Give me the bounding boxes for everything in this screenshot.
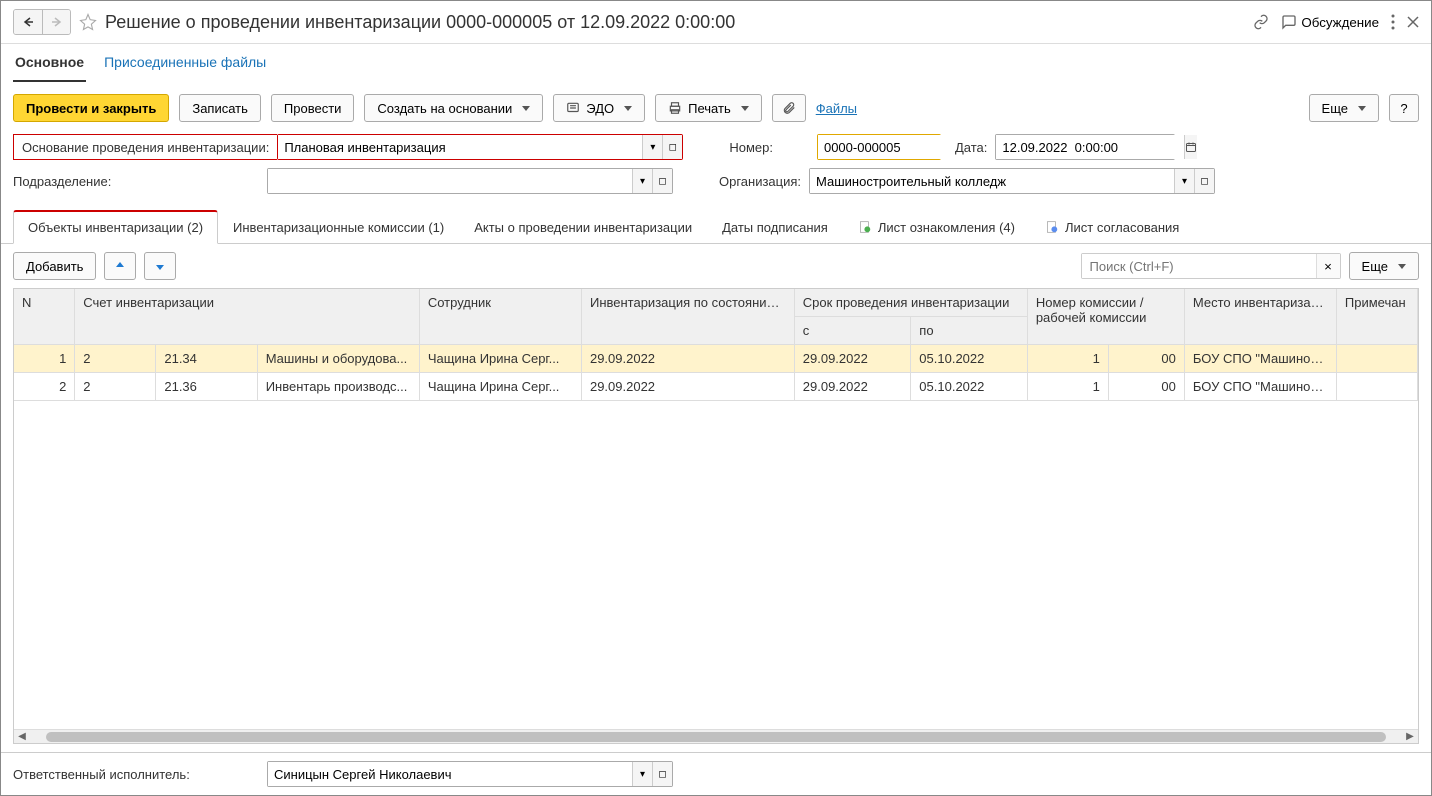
section-tab-main[interactable]: Основное	[13, 44, 86, 82]
tab-acts[interactable]: Акты о проведении инвентаризации	[459, 210, 707, 243]
tab-commissions[interactable]: Инвентаризационные комиссии (1)	[218, 210, 459, 243]
discussion-label: Обсуждение	[1301, 15, 1379, 30]
date-input[interactable]	[996, 135, 1184, 159]
table-row[interactable]: 2 2 21.36 Инвентарь производс... Чащина …	[14, 373, 1418, 401]
discussion-button[interactable]: Обсуждение	[1281, 14, 1379, 30]
search-input[interactable]	[1082, 254, 1316, 278]
responsible-input[interactable]	[268, 762, 632, 786]
responsible-open-button[interactable]: ◻	[652, 762, 672, 786]
section-tab-attached[interactable]: Присоединенные файлы	[102, 44, 268, 82]
page-title: Решение о проведении инвентаризации 0000…	[105, 12, 1245, 33]
responsible-label: Ответственный исполнитель:	[13, 767, 259, 782]
date-picker-button[interactable]	[1184, 135, 1197, 159]
edo-button[interactable]: ЭДО	[553, 94, 645, 122]
more-button[interactable]: Еще	[1309, 94, 1379, 122]
org-label: Организация:	[719, 174, 801, 189]
responsible-dropdown-button[interactable]: ▾	[632, 762, 652, 786]
title-actions: Обсуждение	[1253, 14, 1419, 30]
sheet-blue-icon	[1045, 220, 1059, 234]
col-from[interactable]: с	[794, 317, 911, 345]
tab-ack-sheet[interactable]: Лист ознакомления (4)	[843, 210, 1030, 243]
print-button[interactable]: Печать	[655, 94, 762, 122]
star-icon[interactable]	[79, 13, 97, 31]
tab-sign-dates[interactable]: Даты подписания	[707, 210, 843, 243]
objects-table: N Счет инвентаризации Сотрудник Инвентар…	[14, 289, 1418, 401]
close-button[interactable]	[1407, 16, 1419, 28]
move-up-button[interactable]	[104, 252, 136, 280]
search-box: ×	[1081, 253, 1341, 279]
toolbar: Провести и закрыть Записать Провести Соз…	[1, 82, 1431, 130]
division-input[interactable]	[268, 169, 632, 193]
col-n[interactable]: N	[14, 289, 75, 345]
move-down-button[interactable]	[144, 252, 176, 280]
basis-open-button[interactable]: ◻	[662, 135, 682, 159]
subtoolbar: Добавить × Еще	[1, 244, 1431, 288]
link-icon[interactable]	[1253, 14, 1269, 30]
col-to[interactable]: по	[911, 317, 1028, 345]
number-label: Номер:	[729, 140, 773, 155]
save-button[interactable]: Записать	[179, 94, 261, 122]
window: Решение о проведении инвентаризации 0000…	[0, 0, 1432, 796]
division-dropdown-button[interactable]: ▾	[632, 169, 652, 193]
col-account[interactable]: Счет инвентаризации	[75, 289, 420, 345]
col-asof[interactable]: Инвентаризация по состоянию на	[581, 289, 794, 345]
create-based-button[interactable]: Создать на основании	[364, 94, 543, 122]
org-input[interactable]	[810, 169, 1174, 193]
help-button[interactable]: ?	[1389, 94, 1419, 122]
col-employee[interactable]: Сотрудник	[419, 289, 581, 345]
date-label: Дата:	[955, 140, 987, 155]
col-note[interactable]: Примечан	[1336, 289, 1417, 345]
basis-input-group: ▾ ◻	[277, 134, 683, 160]
date-input-group	[995, 134, 1175, 160]
titlebar: Решение о проведении инвентаризации 0000…	[1, 1, 1431, 44]
back-button[interactable]	[14, 10, 42, 34]
footer: Ответственный исполнитель: ▾ ◻	[1, 752, 1431, 795]
division-open-button[interactable]: ◻	[652, 169, 672, 193]
tabs-row: Объекты инвентаризации (2) Инвентаризаци…	[1, 210, 1431, 244]
division-input-group: ▾ ◻	[267, 168, 673, 194]
table-row[interactable]: 1 2 21.34 Машины и оборудова... Чащина И…	[14, 345, 1418, 373]
search-clear-button[interactable]: ×	[1316, 254, 1340, 278]
add-button[interactable]: Добавить	[13, 252, 96, 280]
nav-buttons	[13, 9, 71, 35]
col-place[interactable]: Место инвентаризации	[1184, 289, 1336, 345]
sheet-green-icon	[858, 220, 872, 234]
col-period[interactable]: Срок проведения инвентаризации	[794, 289, 1027, 317]
basis-label: Основание проведения инвентаризации:	[13, 134, 277, 160]
forward-button[interactable]	[42, 10, 70, 34]
attach-button[interactable]	[772, 94, 806, 122]
kebab-menu[interactable]	[1391, 14, 1395, 30]
sub-more-button[interactable]: Еще	[1349, 252, 1419, 280]
post-and-close-button[interactable]: Провести и закрыть	[13, 94, 169, 122]
files-link[interactable]: Файлы	[816, 101, 857, 116]
form-rows: Основание проведения инвентаризации: ▾ ◻…	[1, 130, 1431, 210]
basis-dropdown-button[interactable]: ▾	[642, 135, 662, 159]
horizontal-scrollbar[interactable]: ◀▶	[14, 729, 1418, 743]
table-wrap: N Счет инвентаризации Сотрудник Инвентар…	[13, 288, 1419, 744]
section-tabs: Основное Присоединенные файлы	[1, 44, 1431, 82]
tab-approval-sheet[interactable]: Лист согласования	[1030, 210, 1194, 243]
responsible-input-group: ▾ ◻	[267, 761, 673, 787]
post-button[interactable]: Провести	[271, 94, 355, 122]
number-input-group	[817, 134, 941, 160]
basis-input[interactable]	[278, 135, 642, 159]
org-dropdown-button[interactable]: ▾	[1174, 169, 1194, 193]
org-open-button[interactable]: ◻	[1194, 169, 1214, 193]
col-commission[interactable]: Номер комиссии / рабочей комиссии	[1027, 289, 1184, 345]
division-label: Подразделение:	[13, 174, 259, 189]
org-input-group: ▾ ◻	[809, 168, 1215, 194]
tab-objects[interactable]: Объекты инвентаризации (2)	[13, 210, 218, 244]
